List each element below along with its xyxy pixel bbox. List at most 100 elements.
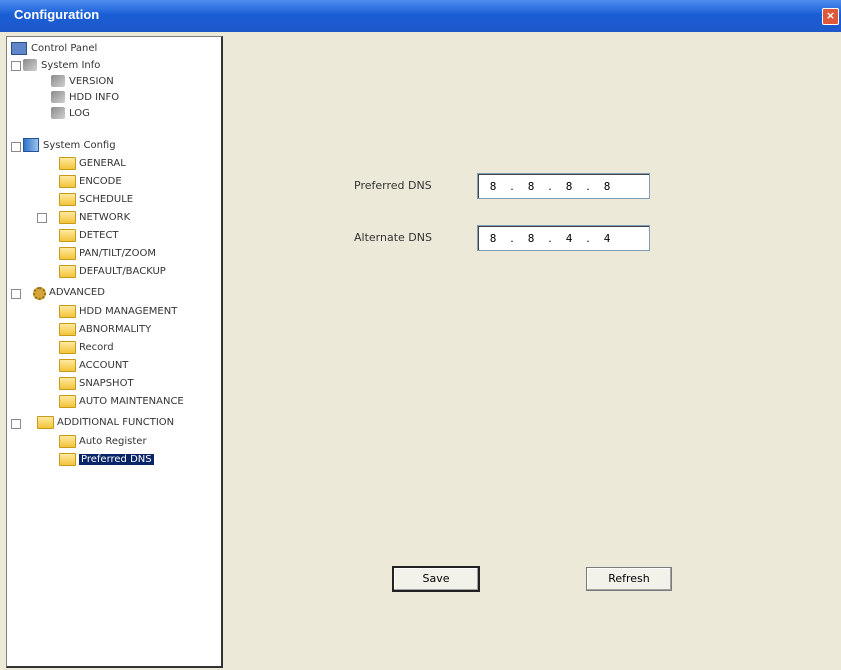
expander-icon[interactable] [11,419,21,429]
save-button[interactable]: Save [392,566,480,592]
tree-item-schedule[interactable]: SCHEDULE [59,191,133,207]
ip-dot: . [510,179,514,193]
tree-item-system-info[interactable]: System Info [23,57,100,73]
ip-octet[interactable]: 8 [478,232,508,245]
config-tree: Control Panel System Info VERSION HDD IN… [6,36,223,668]
preferred-dns-label: Preferred DNS [354,179,432,192]
alternate-dns-input[interactable]: 8 . 8 . 4 . 4 [477,225,650,251]
tree-item-auto-maintenance[interactable]: AUTO MAINTENANCE [59,393,184,409]
folder-icon [59,394,76,408]
tree-item-label: DETECT [79,229,119,241]
ip-dot: . [548,179,552,193]
tree-item-pan-tilt-zoom[interactable]: PAN/TILT/ZOOM [59,245,156,261]
refresh-button[interactable]: Refresh [586,567,672,591]
ip-octet[interactable]: 8 [516,180,546,193]
tree-item-label: PAN/TILT/ZOOM [79,247,157,259]
ip-octet[interactable]: 4 [554,232,584,245]
tree-item-snapshot[interactable]: SNAPSHOT [59,375,134,391]
content-panel: Preferred DNS 8 . 8 . 8 . 8 Alternate DN… [224,36,839,665]
tree-item-label: AUTO MAINTENANCE [79,395,184,407]
tree-item-label: Preferred DNS [79,453,154,465]
folder-icon [59,210,76,224]
expander-icon[interactable] [11,289,21,299]
tree-item-label: ABNORMALITY [79,323,152,335]
tree-item-system-config[interactable]: System Config [23,137,116,153]
folder-icon [59,174,76,188]
tree-item-control-panel[interactable]: Control Panel [11,40,97,56]
tree-item-default-backup[interactable]: DEFAULT/BACKUP [59,263,166,279]
folder-icon [59,304,76,318]
ip-octet[interactable]: 8 [592,180,622,193]
tree-item-label: SNAPSHOT [79,377,134,389]
tree-item-label: System Config [43,139,116,151]
tree-item-record[interactable]: Record [59,339,114,355]
window-title: Configuration [14,7,100,22]
folder-icon [37,415,54,429]
system-config-icon [23,138,39,152]
wrench-icon [51,91,65,103]
tree-item-log[interactable]: LOG [51,105,90,121]
folder-icon [59,358,76,372]
tree-item-label: Control Panel [31,42,98,54]
tree-item-label: Auto Register [79,435,147,447]
tree-item-label: ENCODE [79,175,122,187]
ip-dot: . [586,179,590,193]
tree-item-general[interactable]: GENERAL [59,155,126,171]
folder-icon [59,376,76,390]
configuration-window: Configuration × Control Panel System Inf… [0,0,841,670]
ip-octet[interactable]: 4 [592,232,622,245]
tree-item-label: LOG [69,107,90,119]
wrench-icon [51,75,65,87]
tree-item-auto-register[interactable]: Auto Register [59,433,147,449]
tree-item-additional-function[interactable]: ADDITIONAL FUNCTION [37,414,174,430]
tree-item-label: ADDITIONAL FUNCTION [57,416,175,428]
ip-octet[interactable]: 8 [554,180,584,193]
tree-item-preferred-dns[interactable]: Preferred DNS [59,451,154,467]
tree-item-label: HDD MANAGEMENT [79,305,178,317]
tree-item-label: GENERAL [79,157,126,169]
tree-item-network[interactable]: NETWORK [59,209,130,225]
tree-item-label: SCHEDULE [79,193,134,205]
monitor-icon [11,41,27,55]
tree-item-label: VERSION [69,75,114,87]
tree-item-label: HDD INFO [69,91,120,103]
tree-item-label: ADVANCED [49,286,105,298]
ip-dot: . [510,231,514,245]
folder-icon [59,156,76,170]
wrench-icon [23,59,37,71]
preferred-dns-input[interactable]: 8 . 8 . 8 . 8 [477,173,650,199]
expander-icon[interactable] [11,142,21,152]
tree-item-label: System Info [41,59,101,71]
folder-icon [59,192,76,206]
tree-item-label: Record [79,341,114,353]
expander-icon[interactable] [11,61,21,71]
tree-item-encode[interactable]: ENCODE [59,173,122,189]
title-bar[interactable]: Configuration × [0,0,841,32]
folder-icon [59,228,76,242]
tree-item-advanced[interactable]: ADVANCED [31,284,105,300]
folder-icon [59,340,76,354]
folder-icon [59,434,76,448]
ip-octet[interactable]: 8 [478,180,508,193]
tree-item-hdd-management[interactable]: HDD MANAGEMENT [59,303,177,319]
tree-item-account[interactable]: ACCOUNT [59,357,128,373]
tree-item-hdd-info[interactable]: HDD INFO [51,89,119,105]
folder-icon [59,322,76,336]
folder-icon [59,452,76,466]
expander-icon[interactable] [37,213,47,223]
ip-dot: . [586,231,590,245]
ip-octet[interactable]: 8 [516,232,546,245]
ip-dot: . [548,231,552,245]
tree-item-detect[interactable]: DETECT [59,227,119,243]
folder-icon [59,264,76,278]
close-button[interactable]: × [822,8,839,25]
folder-icon [59,246,76,260]
tree-item-version[interactable]: VERSION [51,73,114,89]
tree-item-label: ACCOUNT [79,359,129,371]
tree-item-label: NETWORK [79,211,131,223]
wrench-icon [51,107,65,119]
tree-item-abnormality[interactable]: ABNORMALITY [59,321,151,337]
alternate-dns-label: Alternate DNS [354,231,432,244]
tree-item-label: DEFAULT/BACKUP [79,265,166,277]
gear-icon [31,286,46,300]
